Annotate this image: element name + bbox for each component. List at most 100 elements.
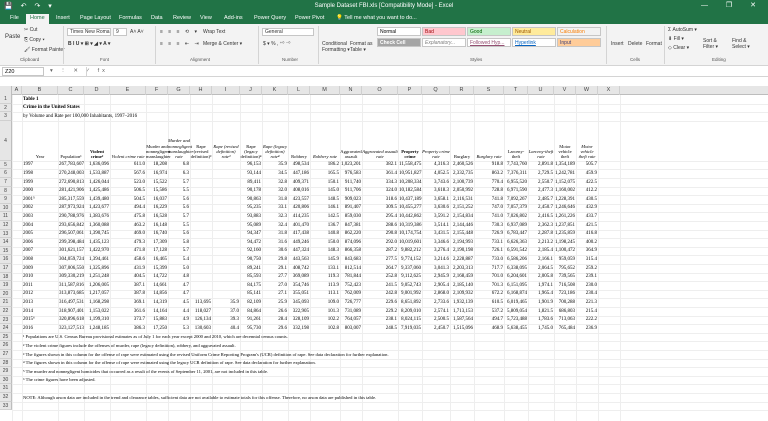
table-cell[interactable]: 2,500.5 <box>423 317 449 322</box>
table-cell[interactable]: 891,407 <box>341 205 361 210</box>
row-header-4[interactable]: 4 <box>0 120 12 161</box>
table-cell[interactable]: 10,455,277 <box>399 205 422 210</box>
table-cell[interactable]: 16,974 <box>147 171 167 176</box>
table-cell[interactable]: 8,024,115 <box>399 317 421 322</box>
table-cell[interactable]: 747.0 <box>475 205 503 210</box>
table-cell[interactable]: 95,235 <box>241 205 261 210</box>
table-cell[interactable]: 126,134 <box>191 317 211 322</box>
table-cell[interactable]: 417,438 <box>289 231 309 236</box>
table-cell[interactable]: 523.0 <box>111 180 145 185</box>
table-cell[interactable]: 431.9 <box>111 266 145 271</box>
name-box[interactable]: Z20 <box>2 67 44 76</box>
table-cell[interactable]: 494.4 <box>111 205 145 210</box>
table-cell[interactable]: 150.1 <box>311 180 339 185</box>
table-cell[interactable]: 241.5 <box>363 283 397 288</box>
table-cell[interactable]: 361.6 <box>111 309 145 314</box>
row-header-27[interactable]: 27 <box>0 350 12 359</box>
table-cell[interactable]: 5.5 <box>169 188 189 193</box>
column-title-burglary[interactable]: Burglary <box>450 154 474 159</box>
table-cell[interactable]: 2,485.7 <box>529 197 553 202</box>
column-title-rape-leg-rate[interactable]: Rape (legacy definition) rate⁴ <box>262 144 288 160</box>
table-cell[interactable]: 6,955,520 <box>505 180 527 185</box>
table-cell[interactable]: 874,096 <box>341 240 361 245</box>
table-cell[interactable]: 18,208 <box>147 162 167 167</box>
table-cell[interactable]: 16,148 <box>147 223 167 228</box>
table-cell[interactable]: 313,873,685 <box>59 291 84 296</box>
table-cell[interactable]: 1,394,461 <box>85 257 109 262</box>
tab-insert[interactable]: Insert <box>52 14 74 24</box>
row-header-21[interactable]: 21 <box>0 298 12 307</box>
cell-year[interactable]: 2014 <box>23 309 33 314</box>
style-input[interactable]: Input <box>557 38 601 47</box>
table-cell[interactable]: 6,204,601 <box>505 274 527 279</box>
table-cell[interactable]: 27.1 <box>263 291 287 296</box>
table-cell[interactable]: 422.5 <box>577 180 597 185</box>
table-cell[interactable]: 27.0 <box>263 283 287 288</box>
row-header-31[interactable]: 31 <box>0 384 12 393</box>
table-cell[interactable]: 717.7 <box>475 266 503 271</box>
column-title-property[interactable]: Property crime <box>398 149 422 160</box>
table-cell[interactable]: 1,100,472 <box>555 248 575 253</box>
close-icon[interactable]: ✕ <box>750 2 764 9</box>
alignment-icons[interactable]: ≡ ≡ ≡ ⟲ ▾ <box>160 29 199 35</box>
table-cell[interactable]: 2,574.1 <box>423 309 449 314</box>
cell-year[interactable]: 2010 <box>23 274 33 279</box>
column-header-r[interactable]: R <box>450 86 474 95</box>
table-cell[interactable]: 5.7 <box>169 214 189 219</box>
column-header-h[interactable]: H <box>190 86 212 95</box>
table-cell[interactable]: 2,733.6 <box>423 300 449 305</box>
table-cell[interactable]: 91,261 <box>241 317 261 322</box>
table-cell[interactable]: 32.0 <box>263 188 287 193</box>
table-cell[interactable]: 863.2 <box>475 171 503 176</box>
table-cell[interactable]: 16,740 <box>147 231 167 236</box>
table-cell[interactable]: 10,174,754 <box>399 231 422 236</box>
table-cell[interactable]: 7,057,379 <box>505 205 527 210</box>
table-cell[interactable]: 14,722 <box>147 274 167 279</box>
table-cell[interactable]: 382.1 <box>363 162 397 167</box>
table-cell[interactable]: 133.1 <box>311 266 339 271</box>
table-cell[interactable]: 90,863 <box>241 197 261 202</box>
row-header-19[interactable]: 19 <box>0 281 12 290</box>
format-cells-button[interactable]: Format <box>646 41 662 47</box>
table-cell[interactable]: 408,016 <box>289 188 309 193</box>
column-title-violent-rate[interactable]: Violent crime rate <box>110 154 146 159</box>
table-cell[interactable]: 918.8 <box>475 162 503 167</box>
column-title-larceny-rate[interactable]: Larceny-theft rate <box>528 149 554 160</box>
formula-input[interactable] <box>86 67 766 76</box>
table-cell[interactable]: 11,558,475 <box>399 162 421 167</box>
table-cell[interactable]: 7,092,267 <box>505 197 527 202</box>
row-header-25[interactable]: 25 <box>0 332 12 342</box>
table-cell[interactable]: 505.7 <box>577 162 597 167</box>
table-cell[interactable]: 416.8 <box>577 231 597 236</box>
table-cell[interactable]: 6,338,095 <box>505 266 527 271</box>
table-cell[interactable]: 2,116,531 <box>451 197 473 202</box>
table-cell[interactable]: 1,153,022 <box>85 309 109 314</box>
table-cell[interactable]: 9,112,625 <box>399 274 421 279</box>
style-check-cell[interactable]: Check Cell <box>377 38 421 47</box>
table-cell[interactable]: 741.8 <box>475 197 503 202</box>
column-title-murder-rate[interactable]: Murder and nonnegligent manslaughter rat… <box>168 138 193 160</box>
row-header-13[interactable]: 13 <box>0 229 12 239</box>
table-cell[interactable]: 27.7 <box>263 274 287 279</box>
column-header-g[interactable]: G <box>168 86 190 95</box>
table-cell[interactable]: 221.3 <box>577 300 597 305</box>
cell-year[interactable]: 2007 <box>23 248 33 253</box>
table-cell[interactable]: 146.1 <box>311 205 339 210</box>
table-cell[interactable]: 400.2 <box>577 240 597 245</box>
row-header-24[interactable]: 24 <box>0 324 12 333</box>
font-size-select[interactable]: 9 <box>113 28 127 36</box>
table-cell[interactable]: 89,411 <box>241 180 261 185</box>
table-cell[interactable]: 10,319,386 <box>399 223 422 228</box>
table-cell[interactable]: 741.0 <box>475 214 503 219</box>
table-cell[interactable]: 304,059,724 <box>59 257 84 262</box>
row-header-11[interactable]: 11 <box>0 212 12 221</box>
table-cell[interactable]: 1,439,480 <box>85 197 109 202</box>
table-cell[interactable]: 5.7 <box>169 180 189 185</box>
table-cell[interactable]: 15,522 <box>147 180 167 185</box>
column-header-x[interactable]: X <box>598 86 620 95</box>
table-cell[interactable]: 447,186 <box>289 171 309 176</box>
table-cell[interactable]: 14,661 <box>147 283 167 288</box>
table-cell[interactable]: 386.3 <box>111 326 145 331</box>
table-cell[interactable]: 32.4 <box>263 223 287 228</box>
fill-button[interactable]: ⬇ Fill ▾ <box>668 36 684 42</box>
